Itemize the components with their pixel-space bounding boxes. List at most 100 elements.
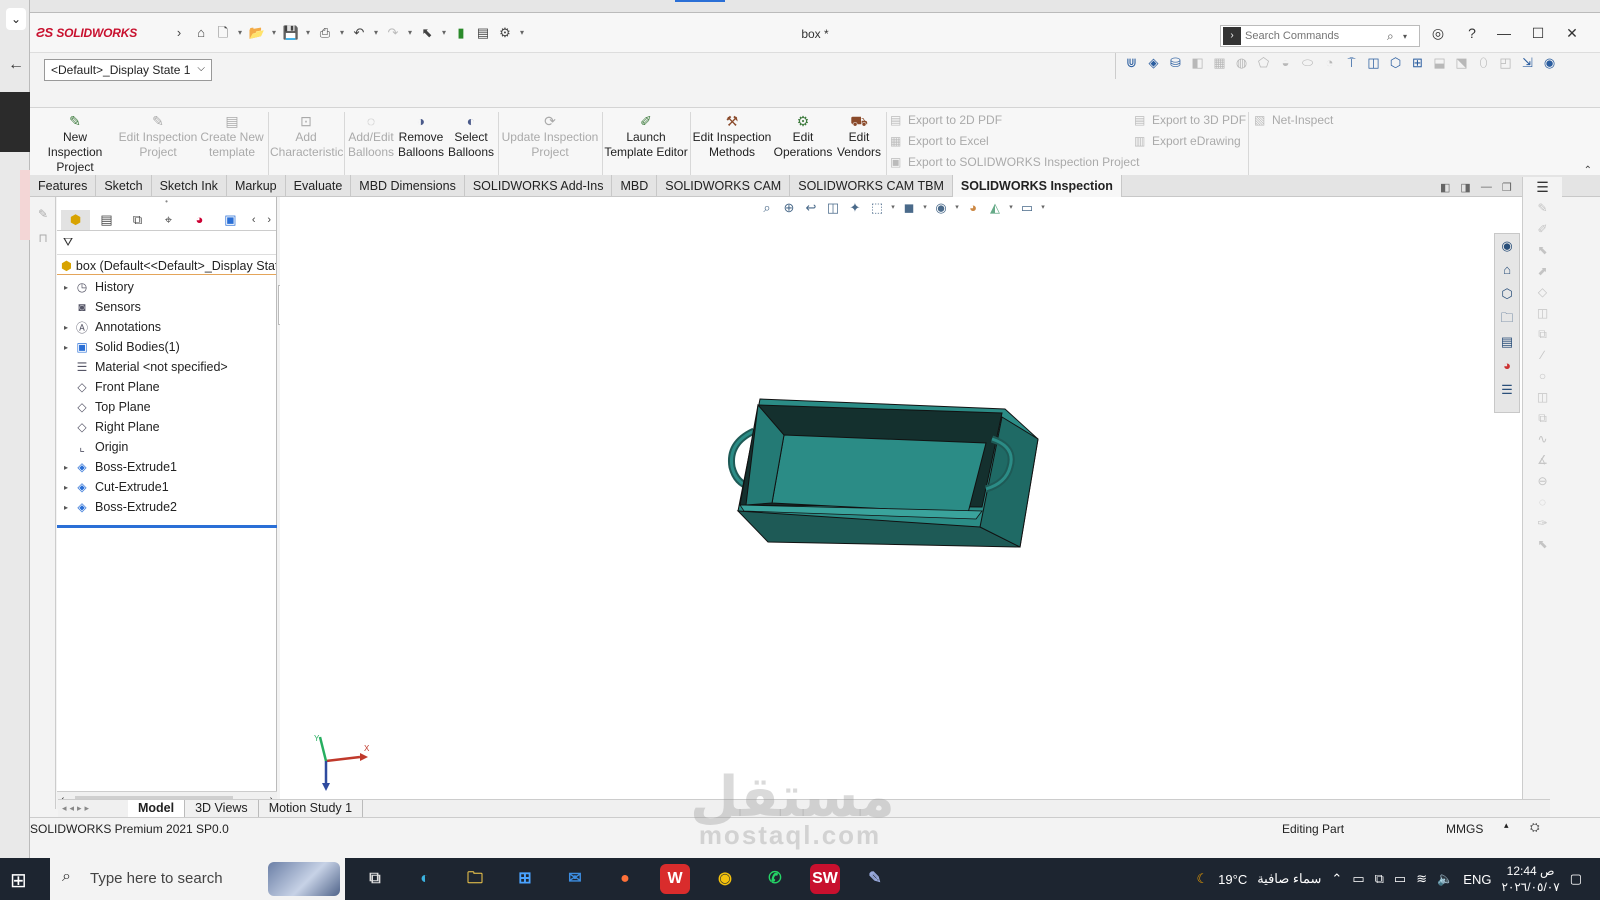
notifications-icon[interactable]: ▢ bbox=[1570, 871, 1582, 887]
minimize-button[interactable]: — bbox=[1496, 25, 1512, 42]
box-3d-model[interactable] bbox=[720, 387, 1050, 557]
tab-features[interactable]: Features bbox=[30, 175, 97, 197]
design-library-icon[interactable]: ⬡ bbox=[1495, 282, 1519, 306]
layer-icon[interactable]: ◫ bbox=[1364, 53, 1383, 73]
pin-icon[interactable]: ⍑ bbox=[1342, 53, 1361, 73]
wifi-icon[interactable]: ≋ bbox=[1416, 871, 1427, 887]
weather-temp[interactable]: 19°C bbox=[1218, 872, 1247, 887]
expand-arrow-icon[interactable]: ▸ bbox=[59, 463, 73, 472]
tile-right-icon[interactable]: ◨ bbox=[1460, 181, 1470, 194]
tab-markup[interactable]: Markup bbox=[227, 175, 286, 197]
tab-mbd[interactable]: MBD bbox=[612, 175, 658, 197]
dropdown-icon[interactable]: ▾ bbox=[304, 25, 312, 41]
tab-motion-study-1[interactable]: Motion Study 1 bbox=[259, 799, 364, 818]
dimension-tool-icon[interactable]: ⊓ bbox=[30, 231, 56, 245]
edit-operations-button[interactable]: ⚙ Edit Operations bbox=[772, 112, 834, 160]
new-inspection-project-button[interactable]: ✎ New Inspection Project bbox=[34, 112, 116, 175]
user-account-icon[interactable]: ◎ bbox=[1430, 25, 1446, 42]
chevron-left-icon[interactable]: ‹ bbox=[247, 210, 261, 230]
dropdown-icon[interactable]: ▾ bbox=[440, 25, 448, 41]
firefox-icon[interactable]: ● bbox=[610, 864, 640, 894]
export-icon[interactable]: ⇲ bbox=[1518, 53, 1537, 73]
home-icon[interactable]: ⌂ bbox=[192, 25, 210, 41]
search-commands-input[interactable] bbox=[1245, 30, 1387, 42]
previous-view-icon[interactable]: ↩ bbox=[802, 199, 820, 217]
tree-item-top-plane[interactable]: ◇ Top Plane bbox=[57, 397, 276, 417]
export-excel-button[interactable]: ▦ Export to Excel bbox=[890, 131, 1139, 152]
expand-arrow-icon[interactable]: ▸ bbox=[59, 283, 73, 292]
dropdown-icon[interactable]: ▾ bbox=[406, 25, 414, 41]
tree-item-boss-extrude1[interactable]: ▸ ◈ Boss-Extrude1 bbox=[57, 457, 276, 477]
magnet-icon[interactable]: ⋓ bbox=[1122, 53, 1141, 73]
tree-root-part[interactable]: ⬢box (Default<<Default>_Display State 1>… bbox=[57, 255, 276, 275]
file-properties-icon[interactable]: ▤ bbox=[474, 25, 492, 41]
help-icon[interactable]: ? bbox=[1464, 25, 1480, 42]
back-arrow-icon[interactable]: ← bbox=[8, 56, 24, 74]
volume-icon[interactable]: 🔈 bbox=[1437, 871, 1453, 887]
file-explorer-icon[interactable]: 🗀 bbox=[460, 864, 490, 894]
tree-item-right-plane[interactable]: ◇ Right Plane bbox=[57, 417, 276, 437]
chevron-right-icon[interactable]: › bbox=[262, 210, 276, 230]
create-new-template-button[interactable]: ▤ Create New template bbox=[198, 112, 266, 160]
part-icon[interactable]: ⬡ bbox=[1386, 53, 1405, 73]
cam-tab-icon[interactable]: ▣ bbox=[216, 210, 245, 230]
tree-item-sensors[interactable]: ◙ Sensors bbox=[57, 297, 276, 317]
home-pane-icon[interactable]: ⌂ bbox=[1495, 258, 1519, 282]
export-2d-pdf-button[interactable]: ▤ Export to 2D PDF bbox=[890, 110, 1139, 131]
export-edrawing-button[interactable]: ▥ Export eDrawing bbox=[1134, 131, 1246, 152]
tree-item-history[interactable]: ▸ ◷ History bbox=[57, 277, 276, 297]
select-pointer-icon[interactable]: ⬉ bbox=[418, 25, 436, 41]
dropdown-icon[interactable]: ▾ bbox=[922, 199, 928, 217]
tab-solidworks-cam[interactable]: SOLIDWORKS CAM bbox=[657, 175, 791, 197]
tree-item-cut-extrude1[interactable]: ▸ ◈ Cut-Extrude1 bbox=[57, 477, 276, 497]
tile-left-icon[interactable]: ◧ bbox=[1440, 181, 1450, 194]
maximize-button[interactable]: ☐ bbox=[1530, 25, 1546, 42]
cylinder-icon[interactable]: ⛁ bbox=[1166, 53, 1185, 73]
tab-navigation-arrows[interactable]: ◂◂▸▸ bbox=[58, 803, 128, 814]
tab-solidworks-add-ins[interactable]: SOLIDWORKS Add-Ins bbox=[465, 175, 613, 197]
whatsapp-icon[interactable]: ✆ bbox=[760, 864, 790, 894]
zoom-to-fit-icon[interactable]: ⌕ bbox=[758, 199, 776, 217]
tab-solidworks-cam-tbm[interactable]: SOLIDWORKS CAM TBM bbox=[790, 175, 953, 197]
tree-item-annotations[interactable]: ▸ Ⓐ Annotations bbox=[57, 317, 276, 337]
outlook-icon[interactable]: ✉ bbox=[560, 864, 590, 894]
file-explorer-icon[interactable]: 🗀 bbox=[1495, 306, 1519, 330]
tree-item-boss-extrude2[interactable]: ▸ ◈ Boss-Extrude2 bbox=[57, 497, 276, 517]
chrome-icon[interactable]: ◉ bbox=[710, 864, 740, 894]
grid-icon[interactable]: ⊞ bbox=[1408, 53, 1427, 73]
tab-sketch[interactable]: Sketch bbox=[96, 175, 152, 197]
expand-arrow-icon[interactable]: ▸ bbox=[59, 503, 73, 512]
view-orientation-icon[interactable]: ⬚ bbox=[868, 199, 886, 217]
section-view-icon[interactable]: ◫ bbox=[824, 199, 842, 217]
dropdown-icon[interactable]: ▾ bbox=[338, 25, 346, 41]
wps-office-icon[interactable]: W bbox=[660, 864, 690, 894]
tree-filter[interactable]: ⛛ bbox=[57, 231, 276, 255]
net-inspect-button[interactable]: ▧ Net-Inspect bbox=[1254, 110, 1333, 131]
dropdown-icon[interactable]: ▾ bbox=[518, 25, 526, 41]
units-caret-icon[interactable]: ▴ bbox=[1504, 820, 1509, 831]
displaymanager-tab-icon[interactable]: ◕ bbox=[185, 210, 214, 230]
edit-appearance-icon[interactable]: ◕ bbox=[964, 199, 982, 217]
solidworks-taskbar-icon[interactable]: SW bbox=[810, 864, 840, 894]
weather-description[interactable]: سماء صافية bbox=[1257, 871, 1321, 887]
propertymanager-tab-icon[interactable]: ▤ bbox=[92, 210, 121, 230]
battery-icon[interactable]: ▭ bbox=[1394, 871, 1406, 887]
microsoft-store-icon[interactable]: ⊞ bbox=[510, 864, 540, 894]
rebuild-status-icon[interactable]: ⛭ bbox=[1530, 820, 1540, 835]
options-gear-icon[interactable]: ⚙ bbox=[496, 25, 514, 41]
display-style-icon[interactable]: ◼ bbox=[900, 199, 918, 217]
rebuild-icon[interactable]: ▮ bbox=[452, 25, 470, 41]
language-indicator[interactable]: ENG bbox=[1463, 872, 1491, 887]
view-settings-icon[interactable]: ▭ bbox=[1018, 199, 1036, 217]
edit-vendors-button[interactable]: ⛟ Edit Vendors bbox=[834, 112, 884, 160]
hide-show-items-icon[interactable]: ◉ bbox=[932, 199, 950, 217]
appearances-icon[interactable]: ◕ bbox=[1495, 354, 1519, 378]
open-folder-icon[interactable]: 📂 bbox=[248, 25, 266, 41]
windows-start-icon[interactable]: ⊞ bbox=[10, 868, 27, 893]
export-inspection-project-button[interactable]: ▣ Export to SOLIDWORKS Inspection Project bbox=[890, 152, 1139, 173]
graphics-area[interactable]: ⌕ ⊕ ↩ ◫ ✦ ⬚ ▾ ◼ ▾ ◉ ▾ ◕ ◭ ▾ ▭ ▾ X Y ◉ ⌂ … bbox=[280, 197, 1550, 811]
dropdown-icon[interactable]: ▾ bbox=[890, 199, 896, 217]
show-hidden-icons[interactable]: ⌃ bbox=[1331, 871, 1342, 887]
solidworks-logo[interactable]: ƧS SOLIDWORKS bbox=[36, 25, 137, 40]
update-inspection-project-button[interactable]: ⟳ Update Inspection Project bbox=[500, 112, 600, 160]
